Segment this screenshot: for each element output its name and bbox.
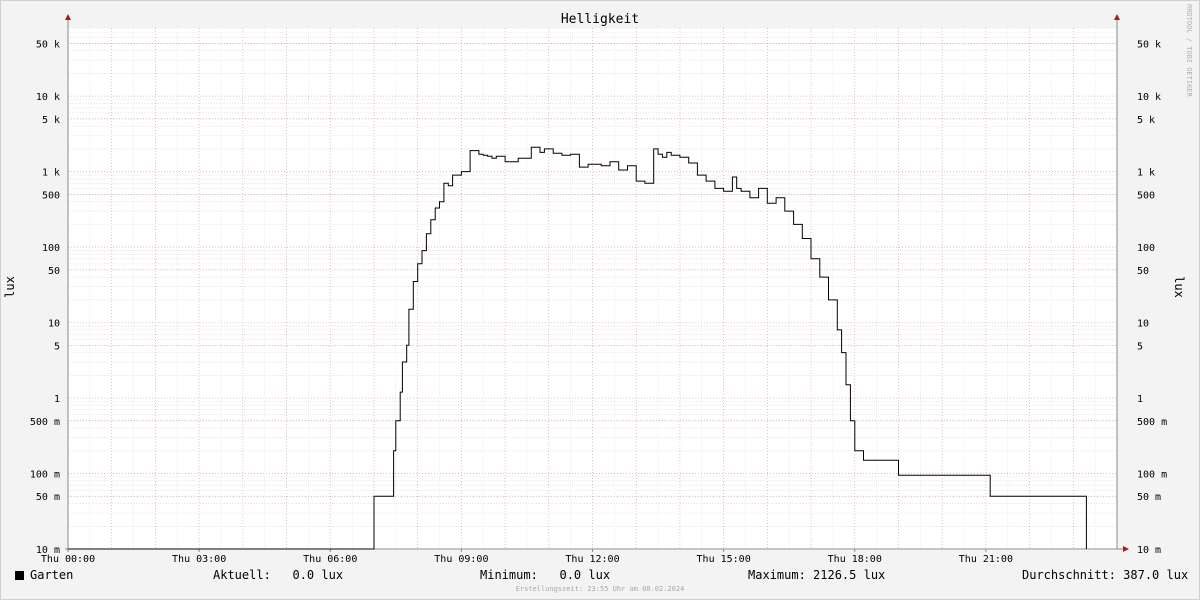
legend-series-label: Garten: [30, 568, 74, 582]
y-tick-label-right: 100: [1137, 243, 1155, 254]
y-tick-label-right: 500 m: [1137, 417, 1167, 428]
maximum-value: 2126.5 lux: [813, 568, 886, 582]
x-tick-label: Thu 21:00: [959, 554, 1013, 565]
y-axis-arrow-left: [65, 14, 71, 20]
y-tick-label-right: 50 k: [1137, 39, 1161, 50]
y-tick-labels-left: 10 m50 m100 m500 m1510501005001 k5 k10 k…: [30, 39, 60, 556]
durchschnitt-value: 387.0 lux: [1123, 568, 1189, 582]
y-tick-label-left: 50 k: [36, 39, 60, 50]
x-tick-label: Thu 00:00: [41, 554, 95, 565]
legend-series: Garten: [15, 568, 73, 582]
x-tick-label: Thu 12:00: [565, 554, 619, 565]
y-axis-label-right: lux: [1172, 276, 1186, 298]
x-tick-label: Thu 06:00: [303, 554, 357, 565]
aktuell-value: 0.0 lux: [292, 568, 344, 582]
y-tick-label-right: 5: [1137, 341, 1143, 352]
minimum-label: Minimum:: [480, 568, 538, 582]
y-tick-label-left: 5: [54, 341, 60, 352]
y-tick-label-left: 10 k: [36, 92, 60, 103]
y-tick-label-right: 10 m: [1137, 545, 1161, 556]
y-tick-label-right: 10: [1137, 319, 1149, 330]
y-tick-label-right: 50: [1137, 266, 1149, 277]
y-tick-label-left: 50: [48, 266, 60, 277]
y-axis-label-left: lux: [3, 276, 17, 298]
y-tick-label-right: 5 k: [1137, 115, 1155, 126]
x-tick-label: Thu 18:00: [828, 554, 882, 565]
y-tick-label-right: 1 k: [1137, 168, 1155, 179]
x-tick-label: Thu 09:00: [434, 554, 488, 565]
y-tick-labels-right: 10 m 50 m 100 m 500 m 1 5 10 50 100 500 1 k 5 k 10 k…: [1137, 39, 1167, 556]
x-axis-arrow: [1123, 546, 1129, 552]
legend-durchschnitt: Durchschnitt: 387.0 lux: [1022, 568, 1188, 582]
y-tick-label-left: 500: [42, 190, 60, 201]
brightness-chart: 10 m 50 m 100 m 500 m 1 5 10 50 100 500 1 k 5 k 10 k…: [3, 4, 1193, 565]
y-tick-label-right: 50 m: [1137, 492, 1161, 503]
x-tick-label: Thu 15:00: [697, 554, 751, 565]
aktuell-label: Aktuell:: [213, 568, 271, 582]
y-tick-label-right: 1: [1137, 394, 1143, 405]
y-tick-label-left: 100 m: [30, 470, 60, 481]
legend-aktuell: Aktuell: 0.0 lux: [213, 568, 343, 582]
creation-time-footer: Erstellungszeit: 23:55 Uhr am 08.02.2024: [515, 585, 685, 593]
chart-title: Helligkeit: [561, 12, 639, 27]
legend-minimum: Minimum: 0.0 lux: [480, 568, 610, 582]
y-tick-label-left: 5 k: [42, 115, 60, 126]
durchschnitt-label: Durchschnitt:: [1022, 568, 1116, 582]
legend-swatch: [15, 571, 24, 580]
y-tick-label-left: 500 m: [30, 417, 60, 428]
minimum-value: 0.0 lux: [559, 568, 611, 582]
y-tick-label-right: 500: [1137, 190, 1155, 201]
y-tick-label-right: 100 m: [1137, 470, 1167, 481]
y-tick-label-left: 1: [54, 394, 60, 405]
rrdtool-watermark: RRDTOOL / TOBI OETIKER: [1185, 4, 1193, 98]
maximum-label: Maximum:: [748, 568, 806, 582]
x-tick-labels: Thu 00:00 Thu 03:00 Thu 06:00 Thu 09:00 Thu …: [41, 549, 1013, 565]
y-tick-label-right: 10 k: [1137, 92, 1161, 103]
x-tick-label: Thu 03:00: [172, 554, 226, 565]
y-axis-arrow-right: [1114, 14, 1120, 20]
y-tick-label-left: 50 m: [36, 492, 60, 503]
y-tick-label-left: 100: [42, 243, 60, 254]
y-tick-label-left: 1 k: [42, 168, 60, 179]
y-tick-label-left: 10: [48, 319, 60, 330]
legend-maximum: Maximum: 2126.5 lux: [748, 568, 885, 582]
